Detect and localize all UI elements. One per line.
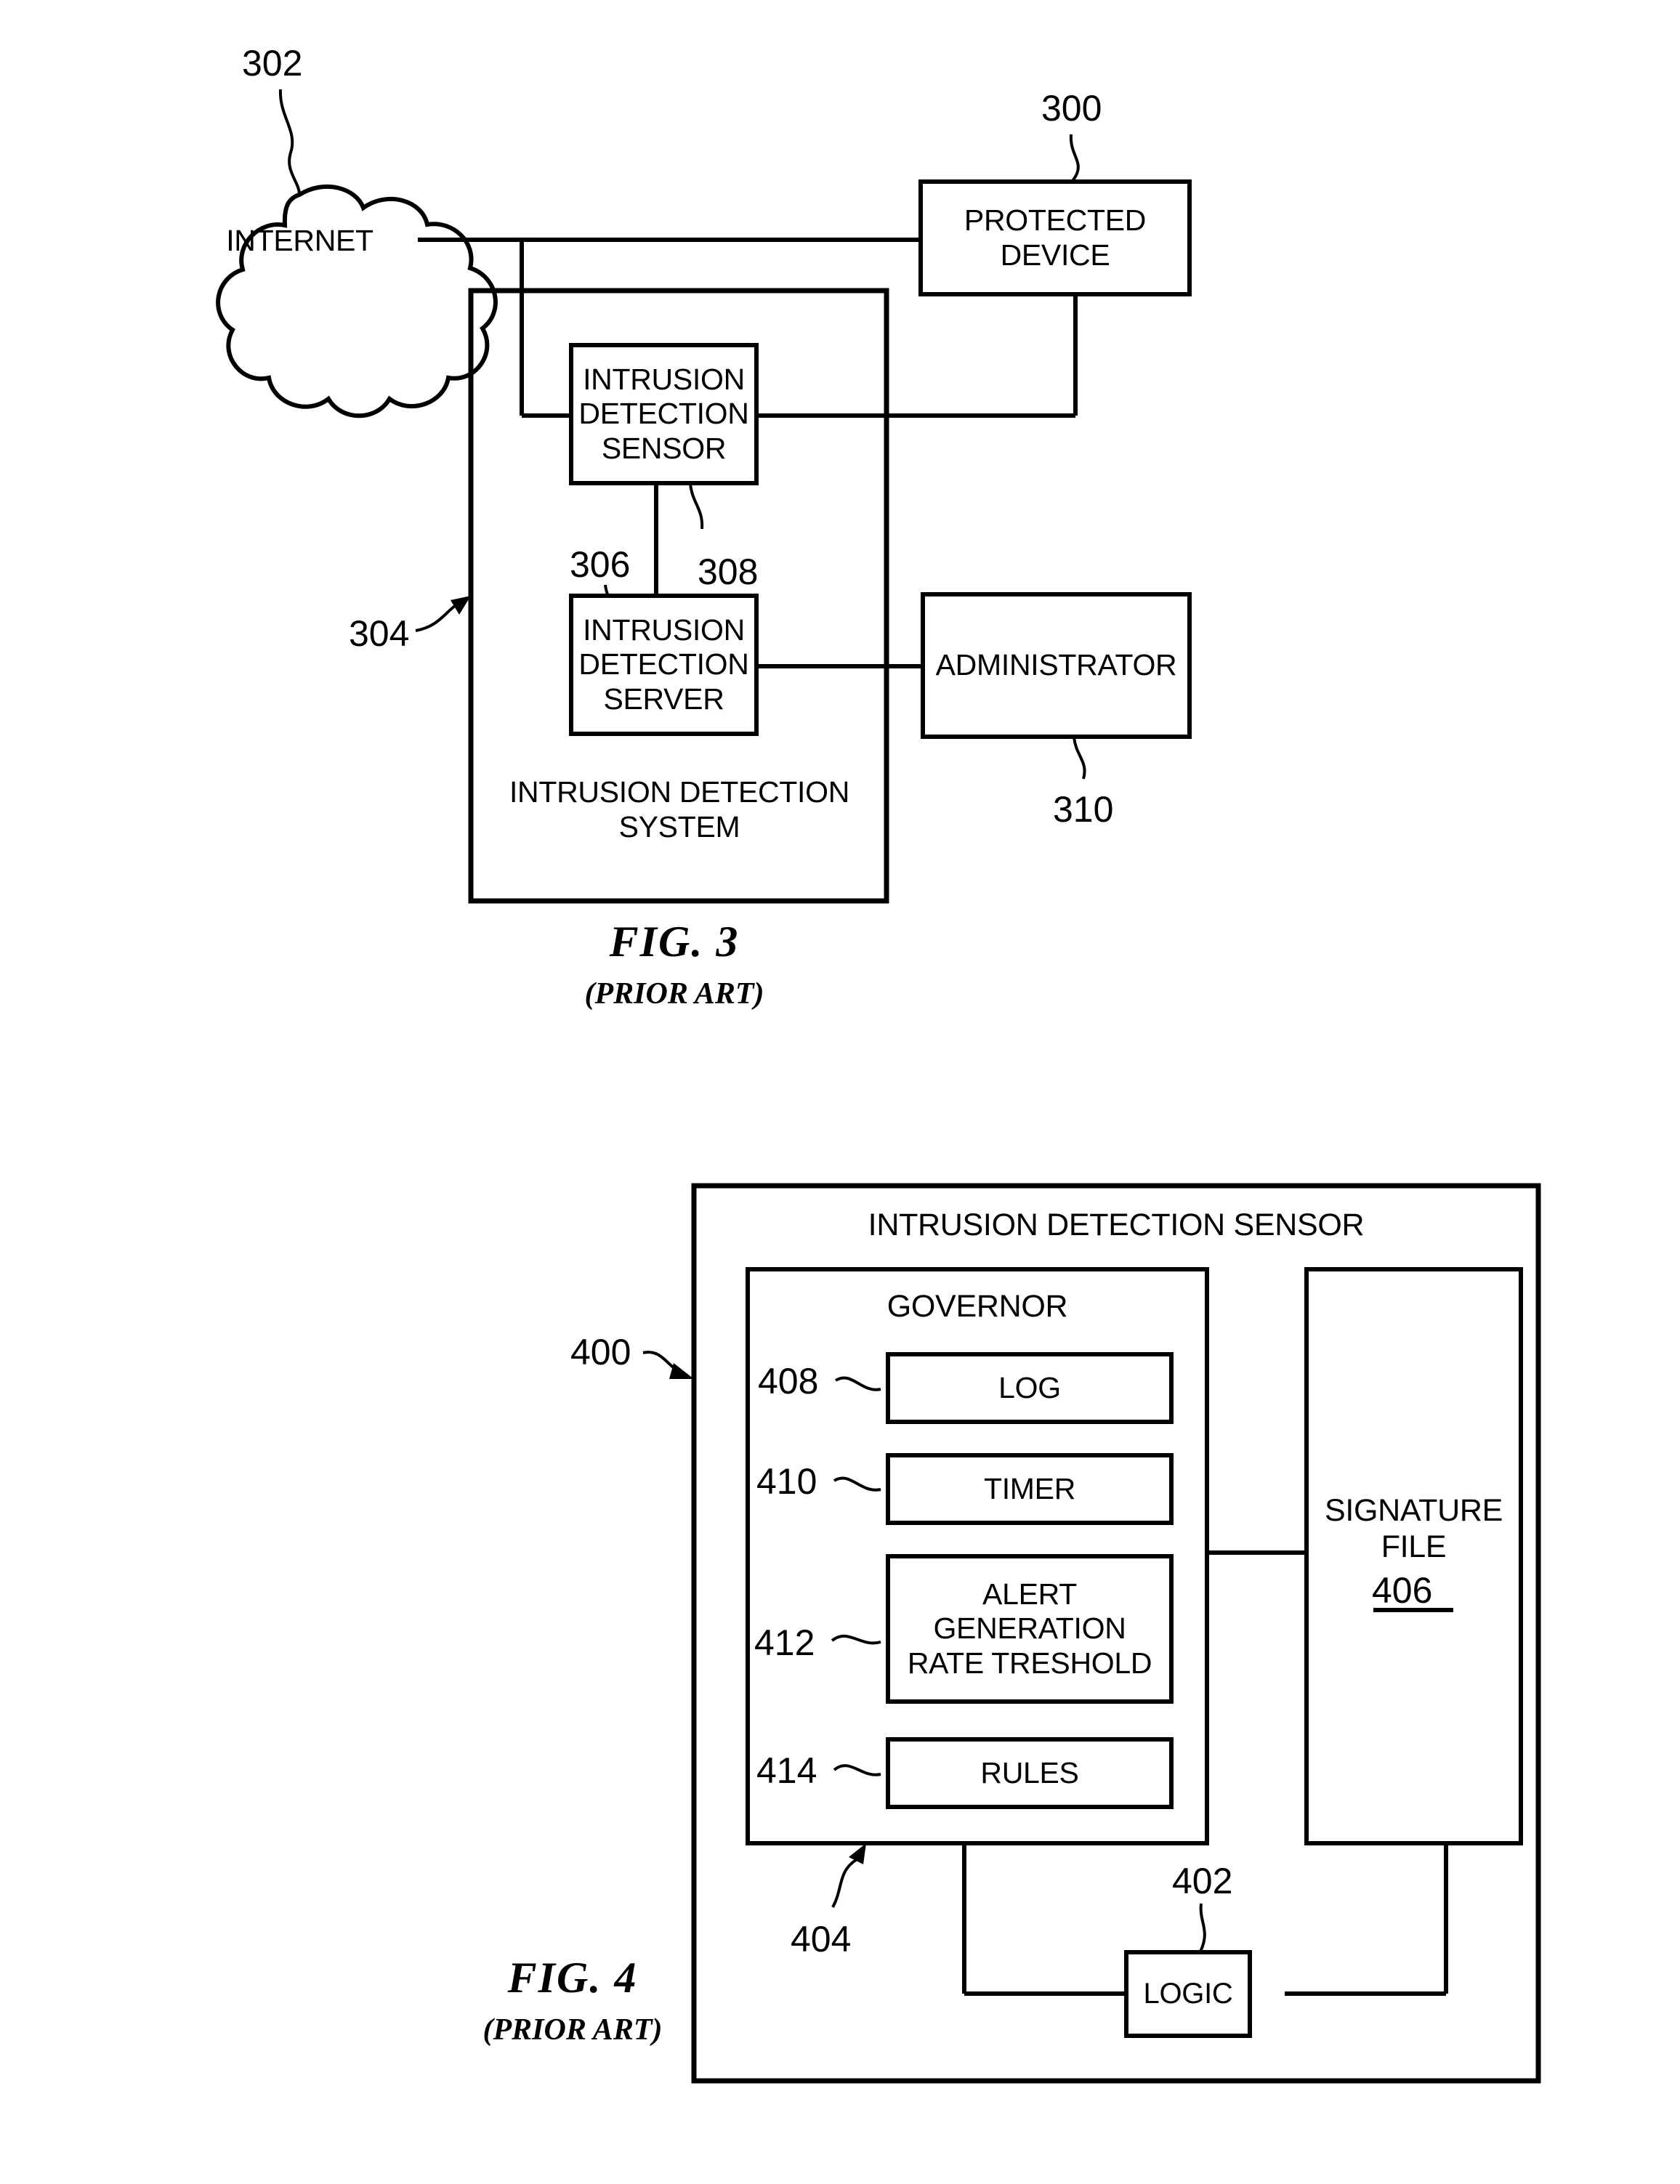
ref-400: 400 — [570, 1332, 631, 1372]
figure-4-caption: FIG. 4 — [507, 1954, 638, 2002]
ref-304: 304 — [349, 613, 410, 654]
timer-label: TIMER — [983, 1471, 1076, 1505]
intrusion-detection-system-label: INTRUSION DETECTION SYSTEM — [509, 775, 850, 844]
figure-3-subcaption: (PRIOR ART) — [584, 977, 764, 1011]
leader-310 — [1073, 736, 1086, 780]
ref-410: 410 — [756, 1461, 817, 1502]
patent-drawing-sheet — [216, 89, 1541, 2084]
administrator-label: ADMINISTRATOR — [935, 648, 1177, 682]
leader-304 — [415, 600, 462, 632]
ref-310: 310 — [1053, 789, 1114, 830]
fig4-sensor-title: INTRUSION DETECTION SENSOR — [868, 1208, 1365, 1243]
ref-308: 308 — [698, 551, 759, 592]
leader-300 — [1069, 134, 1080, 183]
leader-404 — [831, 1859, 857, 1908]
ref-408: 408 — [758, 1361, 819, 1402]
ref-306: 306 — [570, 544, 631, 585]
figure-3-caption: FIG. 3 — [609, 918, 740, 966]
rules-label: RULES — [980, 1755, 1079, 1789]
ref-300: 300 — [1041, 88, 1102, 129]
ref-402: 402 — [1172, 1861, 1233, 1901]
ref-302: 302 — [242, 43, 303, 84]
figure-4-subcaption: (PRIOR ART) — [482, 2013, 663, 2047]
ref-404: 404 — [791, 1919, 852, 1959]
log-label: LOG — [998, 1370, 1061, 1404]
ref-414: 414 — [756, 1750, 817, 1791]
governor-label: GOVERNOR — [887, 1289, 1068, 1324]
logic-label: LOGIC — [1143, 1978, 1233, 2010]
internet-label: INTERNET — [226, 224, 373, 258]
ref-412: 412 — [754, 1622, 815, 1663]
intrusion-detection-server-label: INTRUSION DETECTION SERVER — [578, 612, 749, 716]
protected-device-label: PROTECTED DEVICE — [964, 203, 1147, 272]
intrusion-detection-sensor-label: INTRUSION DETECTION SENSOR — [578, 362, 749, 465]
leader-304-arrowhead — [451, 596, 471, 615]
signature-file-label: SIGNATURE FILE — [1325, 1493, 1503, 1564]
leader-402 — [1199, 1903, 1206, 1952]
leader-404-arrowhead — [849, 1843, 866, 1864]
leader-308 — [689, 482, 704, 530]
alert-rate-threshold-label: ALERT GENERATION RATE TRESHOLD — [907, 1577, 1152, 1680]
leader-302 — [278, 89, 301, 195]
ref-406: 406 — [1372, 1570, 1433, 1611]
